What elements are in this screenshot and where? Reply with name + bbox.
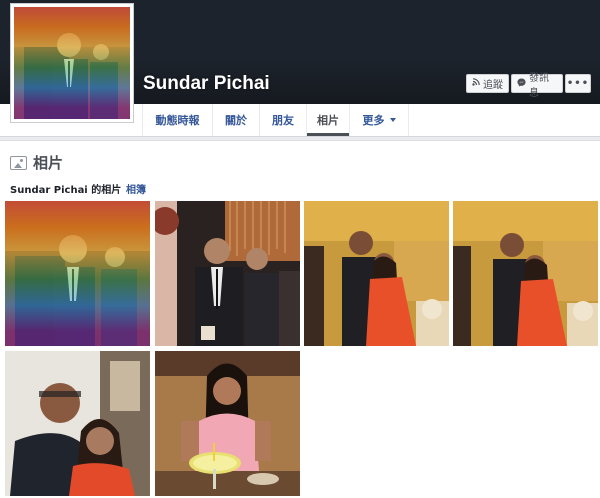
photo-image — [155, 201, 300, 346]
more-options-label: ••• — [566, 78, 590, 89]
profile-name[interactable]: Sundar Pichai — [143, 73, 270, 95]
photo-image — [304, 201, 449, 346]
chevron-down-icon — [389, 118, 396, 122]
tab-about-label: 關於 — [225, 114, 247, 127]
tab-photos-label: 相片 — [317, 114, 339, 127]
photo-image — [5, 351, 150, 496]
follow-label: 追蹤 — [483, 80, 503, 91]
messenger-icon — [517, 77, 526, 90]
photos-section-title[interactable]: 相片 — [33, 152, 63, 173]
tab-timeline[interactable]: 動態時報 — [142, 104, 212, 136]
photo-image — [155, 351, 300, 496]
tab-photos[interactable]: 相片 — [306, 104, 349, 136]
photo-thumbnail[interactable] — [5, 351, 150, 496]
photo-thumbnail[interactable] — [155, 351, 300, 496]
message-label: 發訊息 — [529, 72, 549, 99]
photo-thumbnail[interactable] — [155, 201, 300, 346]
tab-more-label: 更多 — [362, 114, 385, 127]
photo-thumbnail[interactable] — [5, 201, 150, 346]
follow-button[interactable]: 追蹤 — [466, 74, 509, 93]
tab-timeline-label: 動態時報 — [155, 114, 200, 127]
tab-about[interactable]: 關於 — [212, 104, 259, 136]
photos-section-header: 相片 — [10, 152, 63, 173]
tab-friends[interactable]: 朋友 — [259, 104, 306, 136]
profile-picture[interactable] — [10, 3, 134, 123]
subtab-user-photos[interactable]: Sundar Pichai 的相片 — [10, 181, 121, 196]
photo-image — [5, 201, 150, 346]
tab-friends-label: 朋友 — [272, 114, 294, 127]
photos-icon — [10, 155, 27, 170]
message-button[interactable]: 發訊息 — [511, 73, 563, 99]
photo-image — [453, 201, 598, 346]
profile-picture-image — [14, 7, 130, 119]
tab-more[interactable]: 更多 — [349, 104, 409, 136]
more-options-button[interactable]: ••• — [565, 74, 591, 93]
subtab-albums[interactable]: 相簿 — [126, 181, 146, 196]
photo-thumbnail[interactable] — [304, 201, 449, 346]
rss-icon — [472, 78, 480, 89]
photo-thumbnail[interactable] — [453, 201, 598, 346]
